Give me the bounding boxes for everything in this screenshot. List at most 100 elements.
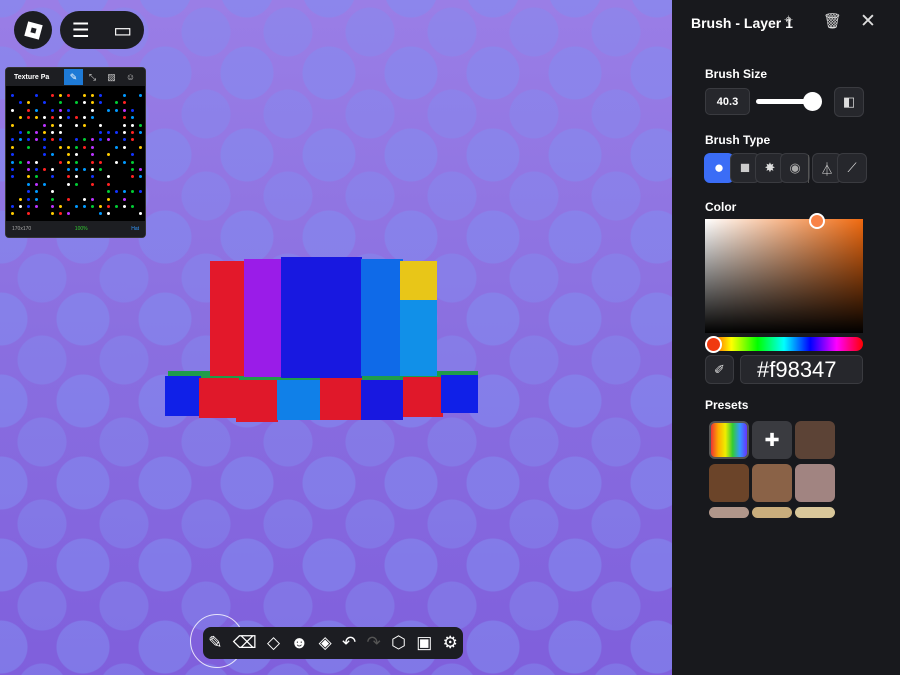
preset-swatch[interactable] — [709, 507, 749, 518]
texture-dot — [51, 153, 54, 157]
texture-dot — [91, 160, 94, 164]
texture-dot — [99, 131, 102, 134]
texture-dot — [35, 205, 38, 208]
texture-dot — [11, 160, 14, 164]
texture-dot — [115, 190, 118, 194]
settings-icon[interactable]: ⚙ — [443, 633, 458, 653]
texture-dot — [27, 160, 30, 164]
texture-dot — [51, 138, 54, 142]
redo-icon[interactable]: ↷ — [367, 633, 381, 653]
texture-panel-title: Texture Pa — [14, 73, 50, 81]
texture-dot — [139, 212, 142, 216]
texture-dot — [11, 153, 14, 157]
preset-swatch[interactable] — [795, 464, 835, 502]
close-icon[interactable]: ✕ — [860, 10, 876, 33]
texture-dot — [51, 108, 54, 112]
texture-dot — [83, 123, 86, 127]
slider-knob[interactable] — [803, 92, 822, 111]
brush-soft-icon[interactable]: ◉ — [780, 153, 810, 183]
preset-swatch[interactable] — [709, 464, 749, 502]
texture-dot — [139, 145, 142, 149]
fill-bucket-icon[interactable]: ◇ — [267, 633, 280, 653]
texture-dot — [35, 190, 38, 194]
texture-dot — [51, 116, 54, 120]
brush-icon[interactable]: ✎ — [64, 69, 83, 85]
texture-dot — [83, 197, 86, 201]
texture-dot — [27, 101, 30, 105]
texture-dot — [107, 197, 110, 201]
saturation-value-picker[interactable] — [705, 219, 863, 333]
hue-slider[interactable] — [705, 337, 863, 351]
texture-dot — [91, 101, 94, 105]
texture-dot — [131, 138, 134, 142]
texture-dot — [19, 197, 22, 201]
texture-dot — [51, 197, 54, 201]
resize-icon[interactable]: ⤡ — [83, 69, 102, 85]
add-preset-icon[interactable]: ✚ — [752, 421, 792, 459]
layers-icon[interactable]: ◈ — [319, 633, 332, 653]
undo-icon[interactable]: ↶ — [342, 633, 356, 653]
rainbow-preset[interactable] — [709, 421, 749, 459]
texture-dot — [51, 212, 54, 216]
texture-preview[interactable] — [6, 86, 145, 221]
roblox-logo-button[interactable] — [14, 11, 52, 49]
texture-dot — [11, 175, 14, 179]
preset-swatch[interactable] — [795, 421, 835, 459]
texture-dot — [59, 131, 62, 134]
eyedropper-icon[interactable]: ✐ — [705, 355, 734, 384]
texture-dot — [99, 160, 102, 164]
texture-hint[interactable]: Hat — [131, 226, 139, 232]
texture-dot — [99, 138, 102, 142]
hex-input[interactable]: #f98347 — [740, 355, 863, 384]
hat-block — [400, 261, 437, 301]
brush-type-label: Brush Type — [705, 133, 771, 147]
hamburger-icon[interactable]: ☰ — [72, 18, 90, 43]
hat-block — [320, 378, 362, 420]
save-icon[interactable]: ▣ — [416, 633, 432, 653]
add-3d-object-icon[interactable]: ⬡ — [391, 633, 406, 653]
sticker-icon[interactable]: ☺ — [121, 69, 140, 85]
texture-dot — [11, 123, 14, 127]
sticker-icon[interactable]: ☻ — [290, 633, 308, 653]
chat-icon[interactable]: ▭ — [113, 18, 132, 43]
texture-dot — [123, 190, 126, 194]
texture-dot — [43, 131, 46, 134]
texture-dot — [75, 138, 78, 142]
trash-icon[interactable]: 🗑 — [823, 12, 842, 30]
texture-dot — [59, 212, 62, 216]
color-picker-knob[interactable] — [809, 213, 825, 229]
texture-dot — [91, 138, 94, 142]
hat-block — [400, 300, 437, 376]
texture-dot — [131, 131, 134, 134]
texture-dot — [91, 116, 94, 120]
texture-dot — [107, 175, 110, 179]
texture-dot — [67, 212, 70, 216]
brush-size-input[interactable]: 40.3 — [705, 88, 750, 115]
texture-dot — [99, 212, 102, 216]
preset-swatch[interactable] — [752, 464, 792, 502]
preset-swatch[interactable] — [752, 507, 792, 518]
texture-dot — [43, 123, 46, 127]
texture-dot — [123, 101, 126, 105]
texture-dot — [67, 160, 70, 164]
target-icon[interactable]: ⌖ — [784, 12, 793, 30]
image-icon[interactable]: ▨ — [102, 69, 121, 85]
texture-dot — [19, 116, 22, 120]
mirror-icon[interactable]: ◧ — [834, 87, 864, 117]
hat-block — [244, 259, 282, 377]
presets-grid: ✚ — [707, 418, 863, 518]
brush-icon[interactable]: ✎ — [208, 633, 222, 653]
preset-swatch[interactable] — [795, 507, 835, 518]
texture-dot — [35, 160, 38, 164]
texture-zoom: 100% — [74, 226, 88, 232]
texture-dot — [75, 153, 78, 157]
hue-knob[interactable] — [705, 336, 722, 353]
texture-dot — [51, 123, 54, 127]
texture-dot — [67, 153, 70, 157]
texture-dot — [99, 123, 102, 127]
eraser-icon[interactable]: ⌫ — [233, 633, 257, 653]
line-tool-icon[interactable]: ⟋ — [837, 153, 867, 183]
hat-block — [165, 376, 201, 416]
texture-dot — [115, 160, 118, 164]
texture-dot — [27, 175, 30, 179]
